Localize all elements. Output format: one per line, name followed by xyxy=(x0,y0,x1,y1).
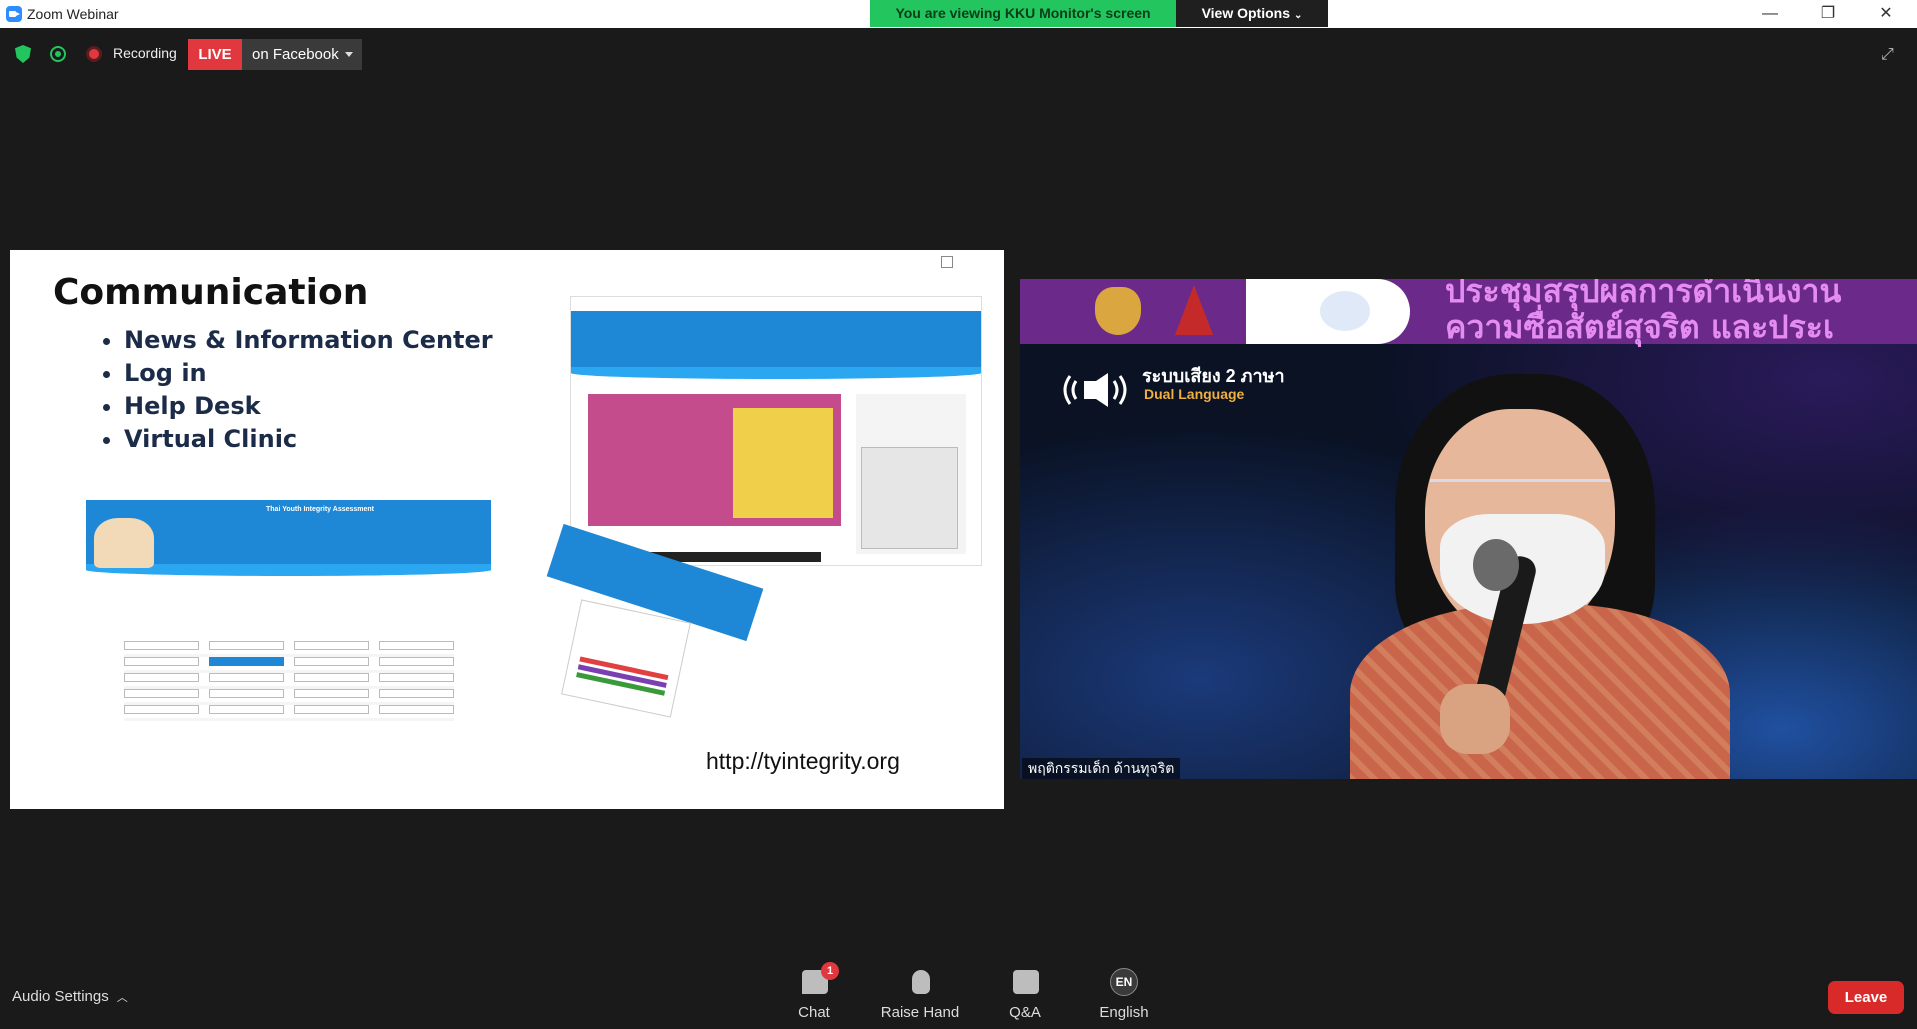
grid-cell-selected xyxy=(209,657,284,666)
grid-cell xyxy=(294,689,369,698)
microphone-head xyxy=(1473,539,1519,591)
grid-cell xyxy=(124,673,199,682)
qa-label: Q&A xyxy=(1009,1004,1041,1021)
grid-cell xyxy=(379,705,454,714)
grid-cell xyxy=(379,689,454,698)
restore-button[interactable]: ❐ xyxy=(1799,0,1857,28)
qa-icon xyxy=(1013,970,1039,994)
broadcast-headline: ประชุมสรุปผลการดำเนินงาน ความซื่อสัตย์สุ… xyxy=(1445,279,1841,345)
project-logo xyxy=(1320,291,1370,331)
shared-screen-slide: Communication News & Information Center … xyxy=(10,250,1004,809)
chat-label: Chat xyxy=(798,1004,830,1021)
language-globe-icon: EN xyxy=(1110,968,1138,996)
view-options-label: View Options xyxy=(1201,5,1291,21)
assessment-heading: Thai Youth Integrity Assessment xyxy=(266,506,375,513)
chevron-down-icon: ⌄ xyxy=(1294,10,1303,21)
grid-cell xyxy=(209,673,284,682)
recording-icon xyxy=(86,46,102,62)
grid-cell xyxy=(294,657,369,666)
slide-bullet: Virtual Clinic xyxy=(100,423,493,456)
grid-cell xyxy=(379,657,454,666)
tilted-form-image xyxy=(561,599,691,718)
viewing-screen-banner: You are viewing KKU Monitor's screen xyxy=(870,0,1176,27)
speaker-person xyxy=(1310,354,1750,779)
website-header-banner xyxy=(571,311,981,369)
live-destination-dropdown[interactable]: on Facebook xyxy=(242,39,362,70)
meeting-top-toolbar: Recording LIVE on Facebook xyxy=(0,36,600,72)
grid-cell xyxy=(124,705,199,714)
grid-cell xyxy=(379,641,454,650)
live-badge: LIVE xyxy=(188,39,242,70)
slide-bullet: Help Desk xyxy=(100,390,493,423)
grid-cell xyxy=(209,705,284,714)
slide-zoom-icon[interactable] xyxy=(941,256,953,268)
slide-url: http://tyintegrity.org xyxy=(706,748,900,774)
qa-button[interactable]: Q&A xyxy=(980,966,1070,1026)
speaker-dress xyxy=(1350,604,1730,779)
raise-hand-label: Raise Hand xyxy=(880,1004,960,1021)
slide-bullet: News & Information Center xyxy=(100,324,493,357)
ministry-crest-logo xyxy=(1095,287,1141,335)
title-bar: Zoom Webinar You are viewing KKU Monitor… xyxy=(0,0,1917,28)
language-interpretation-button[interactable]: EN English xyxy=(1079,966,1169,1026)
book-cover-image xyxy=(733,408,833,518)
connection-status-icon[interactable] xyxy=(50,46,66,62)
recording-label: Recording xyxy=(113,45,177,61)
grid-cell xyxy=(294,641,369,650)
dual-language-english: Dual Language xyxy=(1144,386,1245,402)
leave-button[interactable]: Leave xyxy=(1828,981,1904,1014)
chat-button[interactable]: 1 Chat xyxy=(769,962,859,1026)
security-shield-icon[interactable] xyxy=(15,45,31,63)
audio-settings-label: Audio Settings xyxy=(12,988,109,1005)
grid-cell xyxy=(124,657,199,666)
live-destination-label: on Facebook xyxy=(252,46,339,63)
raise-hand-button[interactable]: Raise Hand xyxy=(875,966,965,1026)
assessment-site-thumbnail: Thai Youth Integrity Assessment xyxy=(86,486,491,726)
province-grid xyxy=(124,641,454,721)
slide-bullet-list: News & Information Center Log in Help De… xyxy=(100,324,493,456)
slide-bullet: Log in xyxy=(100,357,493,390)
language-label: English xyxy=(1099,1004,1149,1021)
grid-cell xyxy=(124,641,199,650)
speaker-sound-icon xyxy=(1063,373,1127,407)
website-screenshot-thumbnail xyxy=(570,296,982,566)
broadcast-headline-line: ความซื่อสัตย์สุจริต และประเ xyxy=(1445,308,1834,346)
raise-hand-icon xyxy=(912,970,930,994)
speaker-glasses xyxy=(1430,479,1610,512)
audio-settings-button[interactable]: Audio Settings ︿ xyxy=(12,988,128,1005)
chat-unread-badge: 1 xyxy=(821,962,839,980)
cartoon-characters-image xyxy=(94,518,154,568)
grid-cell xyxy=(124,689,199,698)
window-title: Zoom Webinar xyxy=(27,6,119,22)
close-button[interactable]: ✕ xyxy=(1857,0,1915,28)
speaker-hand xyxy=(1440,684,1510,754)
grid-cell xyxy=(294,673,369,682)
minimize-button[interactable]: — xyxy=(1741,0,1799,28)
slide-title: Communication xyxy=(53,272,369,313)
grid-cell xyxy=(294,705,369,714)
zoom-app-icon xyxy=(6,6,22,22)
caret-down-icon xyxy=(345,52,353,57)
website-header-wave xyxy=(571,367,981,379)
grid-cell xyxy=(209,689,284,698)
grid-cell xyxy=(379,673,454,682)
flow-diagram-image xyxy=(861,447,958,549)
participant-video[interactable]: ประชุมสรุปผลการดำเนินงาน ความซื่อสัตย์สุ… xyxy=(1020,279,1917,779)
broadcast-headline-line: ประชุมสรุปผลการดำเนินงาน xyxy=(1445,279,1842,310)
chevron-up-icon: ︿ xyxy=(116,992,128,1004)
grid-cell xyxy=(209,641,284,650)
view-options-button[interactable]: View Options ⌄ xyxy=(1176,0,1328,27)
participant-name-label: พฤติกรรมเด็ก ด้านทุจริต xyxy=(1022,758,1181,779)
fullscreen-icon[interactable]: ⤢ xyxy=(1881,46,1899,64)
campaign-poster-image xyxy=(588,394,841,526)
